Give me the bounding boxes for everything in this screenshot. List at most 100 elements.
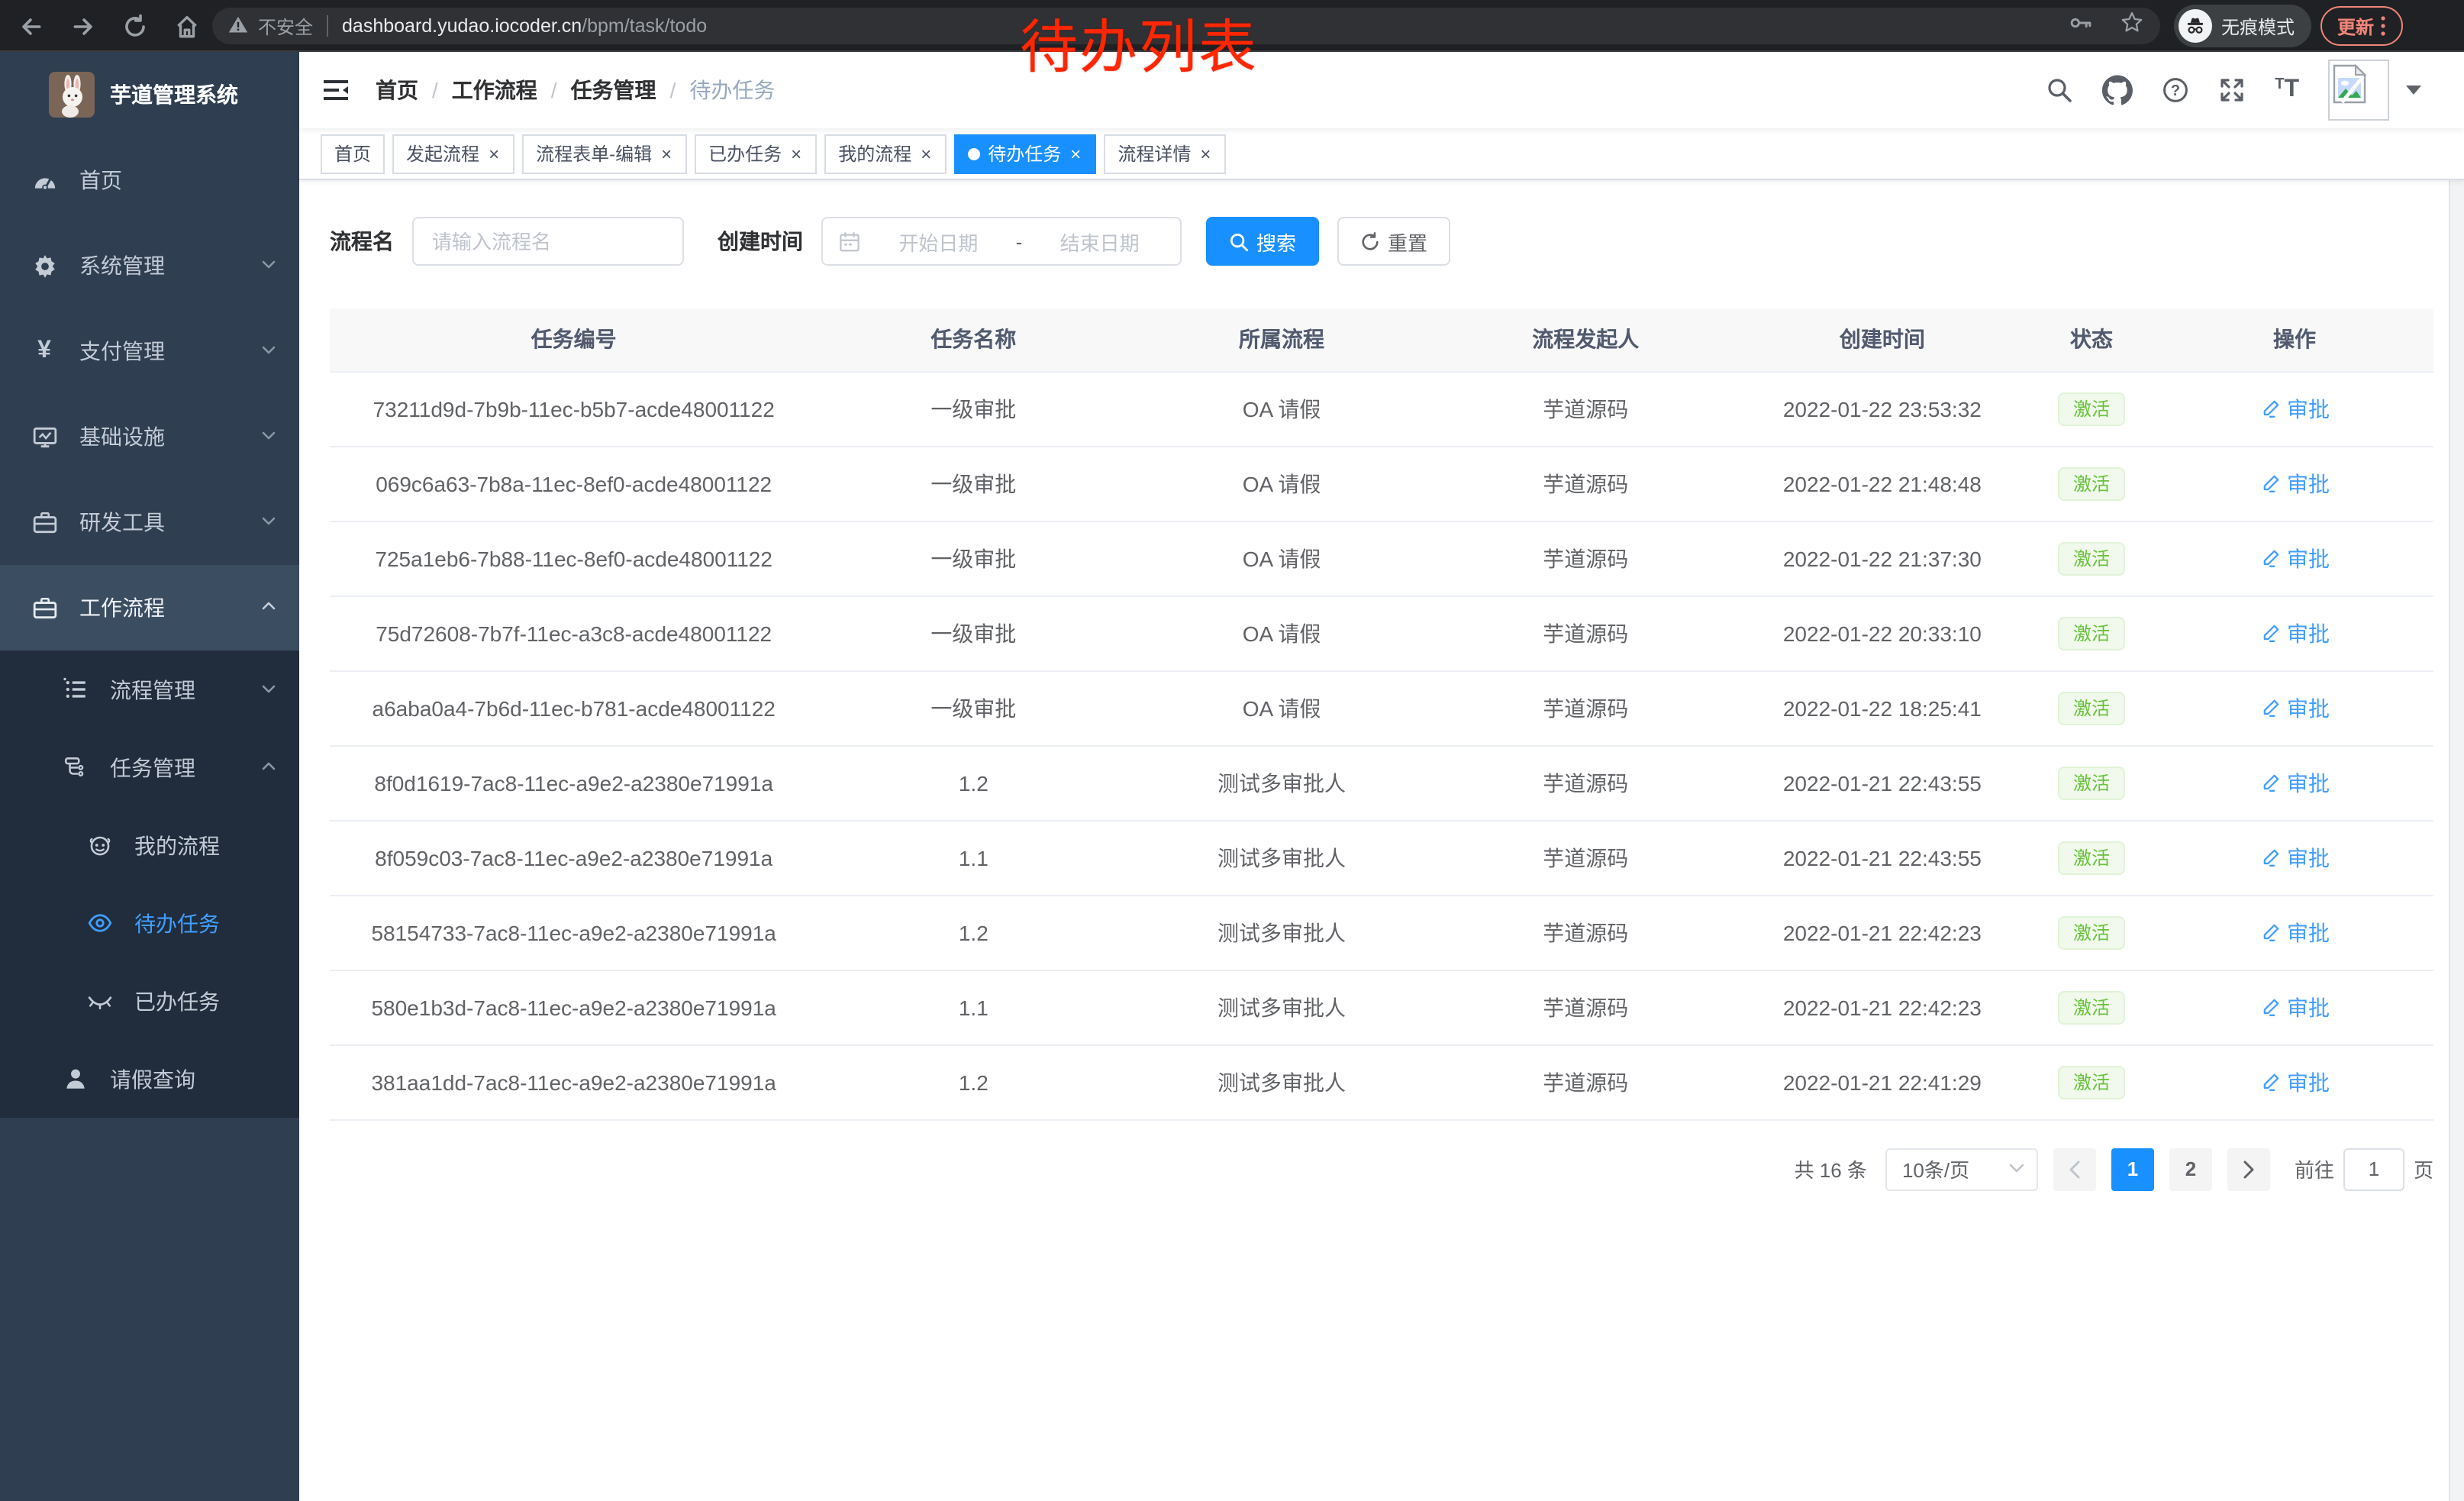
approve-link[interactable]: 审批	[2259, 767, 2330, 798]
sidebar-item-system[interactable]: 系统管理	[0, 223, 299, 308]
tab[interactable]: 已办任务 ×	[695, 134, 817, 173]
update-button[interactable]: 更新	[2320, 6, 2403, 46]
goto-page-input[interactable]	[2343, 1148, 2404, 1190]
sidebar-item-done-tasks[interactable]: 已办任务	[0, 962, 299, 1040]
approve-link[interactable]: 审批	[2259, 917, 2330, 947]
tab[interactable]: 流程详情 ×	[1104, 134, 1226, 173]
column-header: 所属流程	[1129, 308, 1434, 371]
close-icon[interactable]: ×	[660, 144, 673, 163]
status-badge: 激活	[2058, 392, 2125, 425]
fullscreen-icon[interactable]	[2218, 76, 2246, 104]
star-icon[interactable]	[2119, 9, 2145, 43]
column-header: 任务编号	[330, 308, 818, 371]
close-icon[interactable]: ×	[1198, 144, 1212, 163]
close-icon[interactable]: ×	[789, 144, 803, 163]
approve-link[interactable]: 审批	[2259, 992, 2330, 1022]
page-size-select[interactable]: 10条/页	[1885, 1148, 2038, 1190]
tab[interactable]: 我的流程 ×	[824, 134, 947, 173]
approve-link[interactable]: 审批	[2259, 1067, 2330, 1097]
sidebar-item-process-mgmt[interactable]: 流程管理	[0, 650, 299, 728]
robot-icon	[85, 832, 113, 858]
starter-cell: 芋道源码	[1434, 596, 1737, 670]
column-header: 任务名称	[818, 308, 1129, 371]
status-badge: 激活	[2058, 616, 2125, 650]
tab[interactable]: 待办任务 ×	[954, 134, 1096, 173]
approve-link[interactable]: 审批	[2259, 468, 2330, 499]
create-time-cell: 2022-01-21 22:42:23	[1737, 895, 2027, 970]
task-id-cell: 73211d9d-7b9b-11ec-b5b7-acde48001122	[330, 371, 818, 446]
scrollbar[interactable]	[2449, 52, 2464, 1501]
page-unit-label: 页	[2414, 1154, 2433, 1183]
forward-icon[interactable]	[70, 13, 96, 39]
process-cell: 测试多审批人	[1129, 895, 1434, 970]
caret-down-icon[interactable]	[2406, 86, 2421, 95]
date-range-picker[interactable]: 开始日期 - 结束日期	[821, 217, 1182, 266]
approve-link[interactable]: 审批	[2259, 618, 2330, 648]
close-icon[interactable]: ×	[919, 144, 933, 163]
sidebar-item-devtools[interactable]: 研发工具	[0, 479, 299, 565]
back-icon[interactable]	[18, 13, 44, 39]
page-button-1[interactable]: 1	[2111, 1148, 2154, 1190]
task-id-cell: 580e1b3d-7ac8-11ec-a9e2-a2380e71991a	[330, 970, 818, 1044]
chevron-down-icon	[260, 677, 278, 702]
status-badge: 激活	[2058, 841, 2125, 874]
create-time-label: 创建时间	[718, 226, 803, 257]
create-time-cell: 2022-01-22 18:25:41	[1737, 670, 2027, 745]
close-icon[interactable]: ×	[1069, 144, 1082, 163]
task-name-cell: 1.2	[818, 1044, 1129, 1119]
sidebar-item-payment[interactable]: ¥ 支付管理	[0, 308, 299, 394]
approve-link[interactable]: 审批	[2259, 543, 2330, 573]
approve-link[interactable]: 审批	[2259, 692, 2330, 723]
starter-cell: 芋道源码	[1434, 970, 1737, 1044]
tab[interactable]: 流程表单-编辑 ×	[522, 134, 687, 173]
logo[interactable]: 芋道管理系统	[0, 52, 299, 137]
close-icon[interactable]: ×	[487, 144, 501, 163]
task-id-cell: 069c6a63-7b8a-11ec-8ef0-acde48001122	[330, 446, 818, 521]
edit-icon	[2259, 473, 2281, 494]
home-icon[interactable]	[174, 13, 200, 39]
sidebar: 芋道管理系统 首页 系统管理 ¥ 支付管理 基础设施 研发工具 工作	[0, 52, 299, 1501]
approve-link[interactable]: 审批	[2259, 842, 2330, 873]
process-cell: 测试多审批人	[1129, 1044, 1434, 1119]
sidebar-item-my-process[interactable]: 我的流程	[0, 806, 299, 884]
edit-icon	[2259, 847, 2281, 868]
tab[interactable]: 发起流程 ×	[392, 134, 514, 173]
reload-icon[interactable]	[122, 13, 148, 39]
create-time-cell: 2022-01-22 20:33:10	[1737, 596, 2027, 670]
search-button[interactable]: 搜索	[1206, 217, 1319, 266]
sidebar-item-home[interactable]: 首页	[0, 137, 299, 223]
breadcrumb-task-mgmt[interactable]: 任务管理	[571, 75, 656, 105]
approve-link[interactable]: 审批	[2259, 393, 2330, 424]
help-icon[interactable]: ?	[2162, 76, 2189, 104]
task-id-cell: 725a1eb6-7b88-11ec-8ef0-acde48001122	[330, 521, 818, 596]
breadcrumb-workflow[interactable]: 工作流程	[452, 75, 537, 105]
sidebar-item-infra[interactable]: 基础设施	[0, 394, 299, 479]
page-button-2[interactable]: 2	[2169, 1148, 2212, 1190]
table-row: a6aba0a4-7b6d-11ec-b781-acde48001122 一级审…	[330, 670, 2433, 745]
process-cell: 测试多审批人	[1129, 820, 1434, 895]
starter-cell: 芋道源码	[1434, 895, 1737, 970]
sidebar-item-workflow[interactable]: 工作流程	[0, 565, 299, 650]
github-icon[interactable]	[2102, 75, 2133, 105]
create-time-cell: 2022-01-22 21:37:30	[1737, 521, 2027, 596]
next-page-button[interactable]	[2227, 1148, 2270, 1190]
sidebar-item-leave-query[interactable]: 请假查询	[0, 1040, 299, 1118]
reset-button[interactable]: 重置	[1337, 217, 1450, 266]
column-header: 流程发起人	[1434, 308, 1737, 371]
sidebar-toggle-icon[interactable]	[321, 75, 351, 105]
search-icon[interactable]	[2046, 76, 2073, 104]
security-label: 不安全	[258, 13, 313, 39]
key-icon[interactable]	[2067, 8, 2095, 44]
search-form: 流程名 创建时间 开始日期 - 结束日期 搜索 重置	[330, 217, 2433, 266]
font-size-icon[interactable]: TT	[2275, 76, 2299, 104]
toolbox-icon	[31, 509, 58, 535]
tab[interactable]: 首页	[321, 134, 385, 173]
sidebar-item-task-mgmt[interactable]: 任务管理	[0, 728, 299, 806]
more-vert-icon	[2380, 15, 2386, 37]
process-name-input[interactable]	[412, 217, 684, 266]
sidebar-item-todo-tasks[interactable]: 待办任务	[0, 884, 299, 962]
avatar[interactable]	[2328, 60, 2389, 121]
breadcrumb-home[interactable]: 首页	[376, 75, 418, 105]
prev-page-button[interactable]	[2053, 1148, 2096, 1190]
table-row: 8f059c03-7ac8-11ec-a9e2-a2380e71991a 1.1…	[330, 820, 2433, 895]
